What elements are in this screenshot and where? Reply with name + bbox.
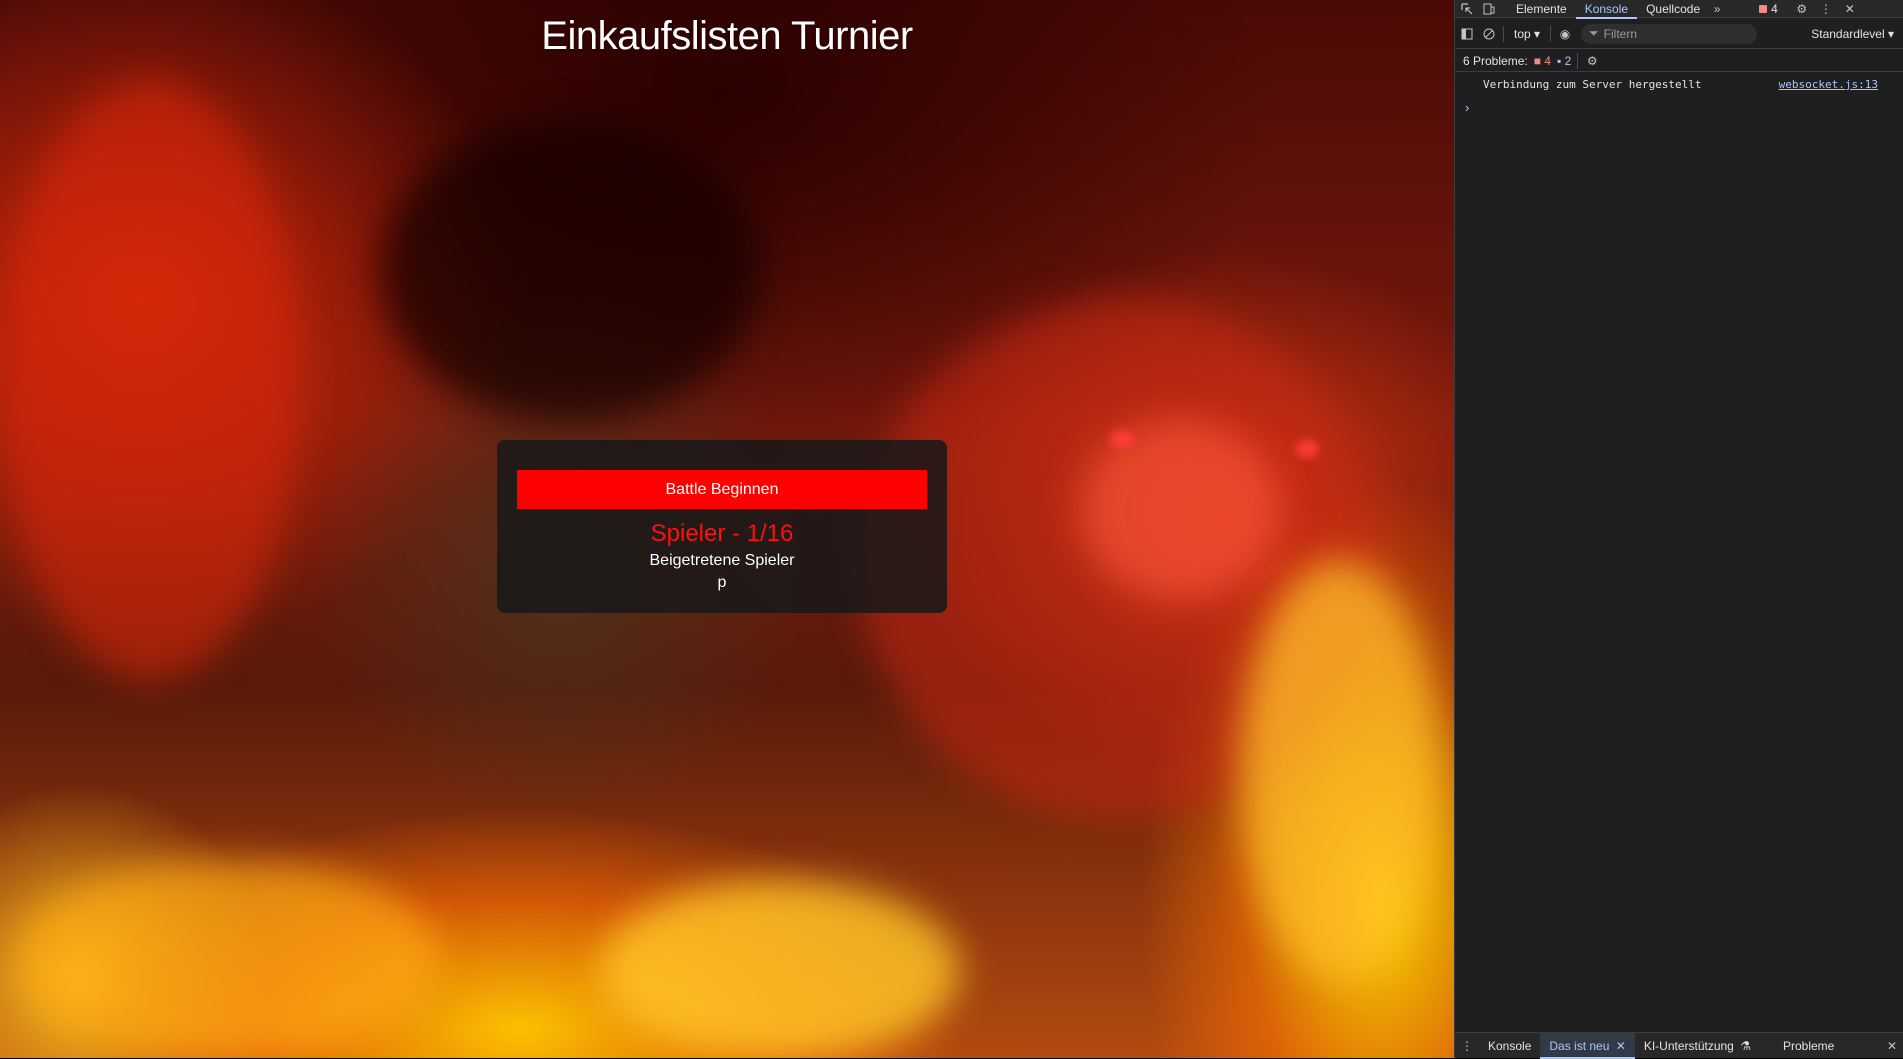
background-art <box>1080 420 1280 600</box>
drawer-tab-ai-assistance[interactable]: KI-Unterstützung ⚗ <box>1635 1033 1760 1059</box>
drawer-tab-whats-new-label: Das ist neu <box>1549 1038 1610 1053</box>
background-art <box>0 80 300 680</box>
wolf-eye <box>1110 430 1134 448</box>
error-count: 4 <box>1771 1 1778 16</box>
issues-info-count: 2 <box>1564 53 1572 68</box>
kebab-menu-icon[interactable]: ⋮ <box>1818 1 1834 17</box>
battle-start-button[interactable]: Battle Beginnen <box>517 470 927 509</box>
console-log-entry: Verbindung zum Server hergestellt websoc… <box>1455 78 1903 96</box>
drawer-tab-console[interactable]: Konsole <box>1479 1033 1540 1059</box>
console-message-text: Verbindung zum Server hergestellt <box>1483 78 1702 91</box>
toolbar-divider <box>1577 52 1579 69</box>
joined-players-heading: Beigetretene Spieler <box>649 552 795 569</box>
issues-label: 6 Probleme: <box>1463 53 1528 68</box>
issues-bar: 6 Probleme: ■ 4 ▪ 2 ⚙ <box>1455 50 1903 72</box>
settings-gear-icon[interactable]: ⚙ <box>1794 1 1810 17</box>
more-tabs-chevron-icon[interactable]: » <box>1709 1 1725 17</box>
tab-elements[interactable]: Elemente <box>1507 0 1576 18</box>
issues-error-count: 4 <box>1544 53 1551 68</box>
devtools-tabbar: Elemente Konsole Quellcode » 4 ⚙ ⋮ ✕ <box>1455 0 1903 19</box>
player-list-item: p <box>717 574 727 591</box>
issues-info-badge[interactable]: ▪ 2 <box>1557 54 1571 68</box>
wolf-eye <box>1295 440 1319 458</box>
console-settings-gear-icon[interactable]: ⚙ <box>1584 53 1600 69</box>
context-value: top <box>1514 26 1531 41</box>
log-level-value: Standardlevel <box>1811 26 1885 41</box>
error-count-badge[interactable]: 4 <box>1759 2 1778 16</box>
background-art <box>20 860 440 1058</box>
sidebar-toggle-icon[interactable] <box>1459 26 1475 42</box>
page-viewport: Einkaufslisten Turnier Battle Beginnen S… <box>0 0 1454 1058</box>
filter-input[interactable]: ⏷ Filtern <box>1581 23 1758 44</box>
drawer-tab-ai-label: KI-Unterstützung <box>1643 1038 1734 1053</box>
console-prompt-chevron-icon[interactable]: › <box>1465 100 1469 115</box>
player-count: Spieler - 1/16 <box>650 520 794 547</box>
issues-error-badge[interactable]: ■ 4 <box>1534 54 1551 68</box>
background-art <box>600 880 960 1058</box>
filter-placeholder: Filtern <box>1603 26 1637 41</box>
filter-icon: ⏷ <box>1589 26 1599 40</box>
close-drawer-icon[interactable]: ✕ <box>1884 1038 1900 1054</box>
toolbar-divider <box>1503 25 1504 42</box>
tab-sources[interactable]: Quellcode <box>1637 0 1709 18</box>
console-source-link[interactable]: websocket.js:13 <box>1779 78 1878 91</box>
drawer-menu-icon[interactable]: ⋮ <box>1459 1038 1475 1054</box>
devtools-panel: Elemente Konsole Quellcode » 4 ⚙ ⋮ ✕ top… <box>1454 0 1903 1059</box>
drawer-tab-issues[interactable]: Probleme <box>1774 1033 1843 1059</box>
devtools-drawer-tabbar: ⋮ Konsole Das ist neu ✕ KI-Unterstützung… <box>1455 1032 1903 1059</box>
background-art <box>1240 560 1440 980</box>
error-icon <box>1759 4 1768 13</box>
tab-console[interactable]: Konsole <box>1575 0 1638 19</box>
toolbar-divider <box>1550 25 1552 42</box>
context-select[interactable]: top ▾ <box>1510 27 1544 41</box>
lobby-card: Battle Beginnen Spieler - 1/16 Beigetret… <box>497 440 947 613</box>
page-title: Einkaufslisten Turnier <box>541 14 913 58</box>
log-level-select[interactable]: Standardlevel ▾ <box>1811 27 1894 41</box>
clear-console-icon[interactable] <box>1481 26 1497 42</box>
close-tab-icon[interactable]: ✕ <box>1616 1039 1626 1053</box>
experimental-flask-icon: ⚗ <box>1740 1038 1751 1053</box>
console-toolbar: top ▾ ◉ ⏷ Filtern Standardlevel ▾ <box>1455 19 1903 49</box>
drawer-tab-whats-new[interactable]: Das ist neu ✕ <box>1540 1032 1636 1059</box>
background-art <box>380 120 760 420</box>
close-devtools-icon[interactable]: ✕ <box>1842 1 1858 17</box>
inspect-element-icon[interactable] <box>1459 1 1475 17</box>
device-toolbar-icon[interactable] <box>1481 1 1497 17</box>
live-expression-eye-icon[interactable]: ◉ <box>1557 26 1573 42</box>
